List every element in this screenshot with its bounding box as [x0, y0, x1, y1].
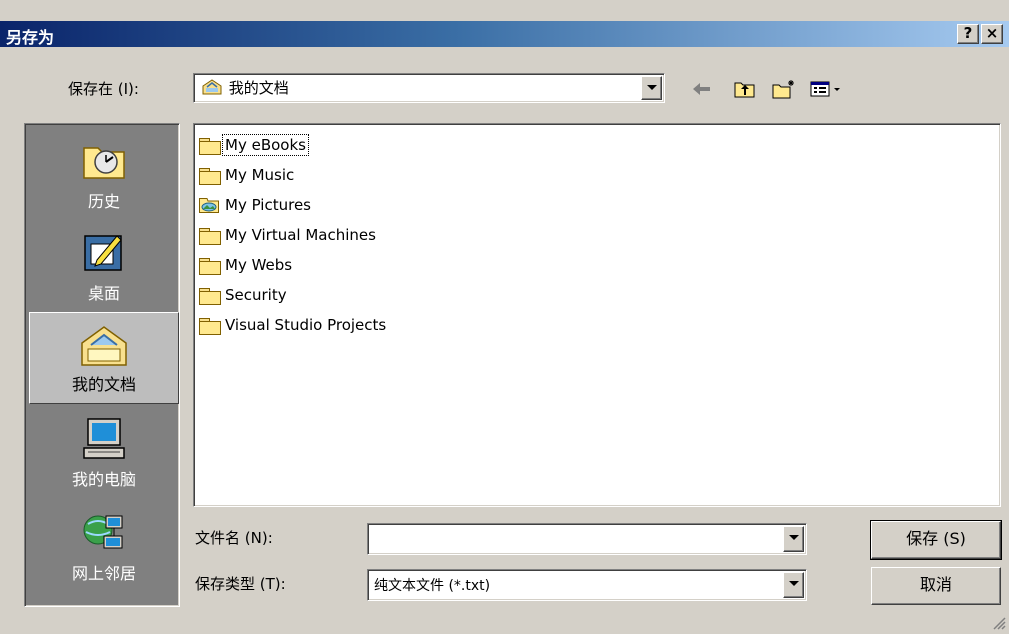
save-in-value: 我的文档	[228, 79, 289, 97]
place-my-computer[interactable]: 我的电脑	[29, 406, 179, 498]
network-places-icon	[80, 510, 128, 558]
history-icon	[80, 138, 128, 186]
file-name: My Pictures	[225, 196, 311, 214]
filetype-dropdown-button[interactable]	[783, 572, 804, 598]
list-item[interactable]: My eBooks	[199, 130, 309, 160]
file-name: My eBooks	[222, 134, 309, 156]
my-documents-small-icon	[202, 78, 224, 100]
title-bar[interactable]: 另存为 ? ×	[0, 21, 1009, 47]
pictures-folder-icon	[199, 197, 219, 213]
file-name: My Music	[225, 166, 295, 184]
filetype-value: 纯文本文件 (*.txt)	[374, 578, 491, 594]
place-label: 我的电脑	[71, 470, 136, 489]
resize-grip-icon[interactable]	[990, 614, 1006, 630]
view-menu-icon[interactable]	[808, 76, 848, 102]
list-item[interactable]: Visual Studio Projects	[199, 310, 388, 340]
cancel-button[interactable]: 取消	[871, 567, 1001, 605]
folder-icon	[199, 317, 221, 335]
place-network[interactable]: 网上邻居	[29, 500, 179, 592]
help-button[interactable]: ?	[957, 24, 979, 44]
file-name: My Webs	[225, 256, 293, 274]
save-in-dropdown-button[interactable]	[641, 76, 662, 100]
filetype-combo[interactable]: 纯文本文件 (*.txt)	[367, 569, 807, 601]
save-as-dialog: 另存为 ? × 保存在 (I): 我的文档 历史 桌面 我的文档 我的电脑 网上…	[0, 0, 1009, 632]
folder-icon	[199, 257, 221, 275]
place-my-documents[interactable]: 我的文档	[29, 312, 179, 404]
file-name: Security	[225, 286, 287, 304]
place-label: 我的文档	[71, 375, 136, 394]
desktop-icon	[81, 230, 127, 278]
file-name: Visual Studio Projects	[225, 316, 387, 334]
filename-dropdown-button[interactable]	[783, 526, 804, 552]
filename-combo[interactable]	[367, 523, 807, 555]
list-item[interactable]: My Pictures	[199, 190, 313, 220]
back-arrow-icon[interactable]	[690, 76, 714, 102]
new-folder-icon[interactable]	[771, 76, 797, 102]
list-item[interactable]: My Virtual Machines	[199, 220, 378, 250]
file-list[interactable]: My eBooks My Music My Pictures My Virtua…	[193, 123, 1001, 507]
list-item[interactable]: Security	[199, 280, 289, 310]
folder-icon	[199, 167, 221, 185]
save-in-label: 保存在 (I):	[68, 80, 139, 98]
file-name: My Virtual Machines	[225, 226, 376, 244]
place-label: 历史	[87, 192, 120, 211]
place-label: 网上邻居	[71, 564, 136, 583]
up-folder-icon[interactable]	[733, 76, 757, 102]
my-documents-icon	[79, 323, 129, 373]
list-item[interactable]: My Music	[199, 160, 296, 190]
filetype-label: 保存类型 (T):	[195, 575, 286, 593]
close-button[interactable]: ×	[981, 24, 1003, 44]
filename-label: 文件名 (N):	[195, 529, 273, 547]
folder-icon	[199, 227, 221, 245]
dialog-title: 另存为	[6, 28, 55, 47]
place-history[interactable]: 历史	[29, 128, 179, 220]
place-desktop[interactable]: 桌面	[29, 220, 179, 312]
my-computer-icon	[80, 416, 128, 466]
list-item[interactable]: My Webs	[199, 250, 294, 280]
save-button[interactable]: 保存 (S)	[870, 520, 1002, 560]
places-bar: 历史 桌面 我的文档 我的电脑 网上邻居	[24, 123, 180, 607]
place-label: 桌面	[87, 284, 120, 303]
save-in-combo[interactable]: 我的文档	[193, 73, 665, 103]
folder-icon	[199, 137, 221, 155]
folder-icon	[199, 287, 221, 305]
